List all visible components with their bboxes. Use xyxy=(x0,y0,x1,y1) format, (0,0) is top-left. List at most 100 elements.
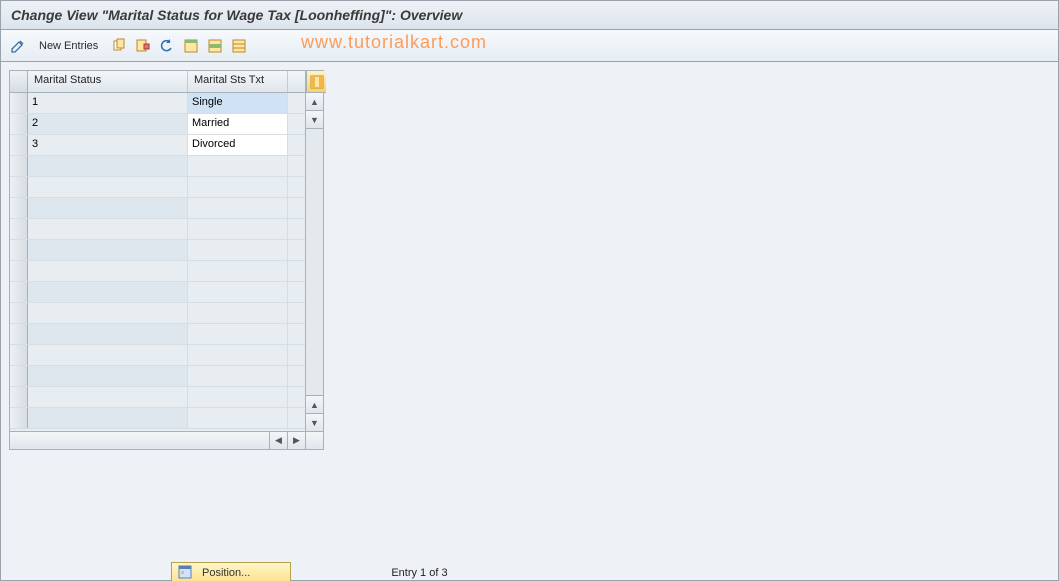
cell-marital-status[interactable] xyxy=(28,240,188,260)
cell-marital-sts-txt[interactable] xyxy=(188,324,288,344)
cell-marital-sts-txt[interactable]: Married xyxy=(188,114,288,134)
cell-marital-status[interactable] xyxy=(28,324,188,344)
table-row xyxy=(10,408,305,429)
watermark: www.tutorialkart.com xyxy=(301,32,487,53)
deselect-all-icon[interactable] xyxy=(230,37,248,55)
table-row xyxy=(10,219,305,240)
table-row xyxy=(10,156,305,177)
horizontal-scrollbar: ◀ ▶ xyxy=(10,431,305,449)
page-down-icon[interactable]: ▼ xyxy=(306,413,323,431)
cell-marital-sts-txt[interactable] xyxy=(188,408,288,428)
row-selector[interactable] xyxy=(10,324,28,344)
column-header-marital-sts-txt[interactable]: Marital Sts Txt xyxy=(188,71,288,92)
work-area: Marital Status Marital Sts Txt 1Single2M… xyxy=(1,62,1058,580)
configure-columns-icon[interactable] xyxy=(306,71,326,93)
row-selector[interactable] xyxy=(10,366,28,386)
select-block-icon[interactable] xyxy=(206,37,224,55)
grid-body: 1Single2Married3Divorced xyxy=(10,93,305,431)
cell-marital-sts-txt[interactable] xyxy=(188,282,288,302)
cell-marital-sts-txt[interactable] xyxy=(188,387,288,407)
cell-marital-status[interactable] xyxy=(28,345,188,365)
page-up-icon[interactable]: ▲ xyxy=(306,395,323,413)
grid-inner: Marital Status Marital Sts Txt 1Single2M… xyxy=(10,71,305,449)
cell-marital-status[interactable] xyxy=(28,282,188,302)
table-row xyxy=(10,345,305,366)
cell-marital-status[interactable] xyxy=(28,303,188,323)
cell-marital-sts-txt[interactable] xyxy=(188,198,288,218)
cell-marital-sts-txt[interactable]: Divorced xyxy=(188,135,288,155)
row-selector[interactable] xyxy=(10,93,28,113)
cell-marital-status[interactable]: 1 xyxy=(28,93,188,113)
toggle-edit-icon[interactable] xyxy=(9,37,27,55)
cell-marital-status[interactable] xyxy=(28,408,188,428)
row-selector[interactable] xyxy=(10,345,28,365)
cell-marital-sts-txt[interactable] xyxy=(188,156,288,176)
scroll-corner xyxy=(306,431,323,449)
cell-marital-sts-txt[interactable] xyxy=(188,219,288,239)
cell-marital-status[interactable] xyxy=(28,366,188,386)
table-row xyxy=(10,303,305,324)
cell-marital-status[interactable] xyxy=(28,198,188,218)
undo-icon[interactable] xyxy=(158,37,176,55)
hscroll-left-icon[interactable]: ◀ xyxy=(269,432,287,449)
table-row xyxy=(10,177,305,198)
cell-marital-status[interactable] xyxy=(28,177,188,197)
sap-app-window: Change View "Marital Status for Wage Tax… xyxy=(0,0,1059,581)
cell-marital-sts-txt[interactable] xyxy=(188,303,288,323)
row-selector[interactable] xyxy=(10,135,28,155)
scroll-up-icon[interactable]: ▲ xyxy=(306,93,323,111)
table-row: 1Single xyxy=(10,93,305,114)
hscroll-right-icon[interactable]: ▶ xyxy=(287,432,305,449)
cell-marital-sts-txt[interactable]: Single xyxy=(188,93,288,113)
vertical-scrollbar: ▲ ▼ ▲ ▼ xyxy=(305,71,323,449)
row-selector[interactable] xyxy=(10,156,28,176)
toolbar: New Entries www.tutorialkart.com xyxy=(1,30,1058,62)
position-button-label: Position... xyxy=(202,567,250,579)
cell-marital-sts-txt[interactable] xyxy=(188,261,288,281)
grid-header-row: Marital Status Marital Sts Txt xyxy=(10,71,305,93)
position-icon xyxy=(178,565,192,581)
copy-icon[interactable] xyxy=(110,37,128,55)
delete-icon[interactable] xyxy=(134,37,152,55)
new-entries-button[interactable]: New Entries xyxy=(33,38,104,54)
data-grid: Marital Status Marital Sts Txt 1Single2M… xyxy=(9,70,324,450)
row-selector[interactable] xyxy=(10,261,28,281)
row-selector[interactable] xyxy=(10,114,28,134)
footer-row: Position... Entry 1 of 3 xyxy=(1,562,1058,581)
page-title: Change View "Marital Status for Wage Tax… xyxy=(1,1,1058,30)
table-row: 3Divorced xyxy=(10,135,305,156)
cell-marital-status[interactable]: 2 xyxy=(28,114,188,134)
row-selector[interactable] xyxy=(10,408,28,428)
table-row xyxy=(10,366,305,387)
column-header-marital-status[interactable]: Marital Status xyxy=(28,71,188,92)
cell-marital-status[interactable]: 3 xyxy=(28,135,188,155)
position-button[interactable]: Position... xyxy=(171,562,291,581)
row-selector[interactable] xyxy=(10,282,28,302)
cell-marital-status[interactable] xyxy=(28,261,188,281)
cell-marital-status[interactable] xyxy=(28,219,188,239)
table-row xyxy=(10,240,305,261)
row-selector[interactable] xyxy=(10,219,28,239)
table-row xyxy=(10,261,305,282)
cell-marital-sts-txt[interactable] xyxy=(188,240,288,260)
cell-marital-sts-txt[interactable] xyxy=(188,366,288,386)
table-row: 2Married xyxy=(10,114,305,135)
scroll-down-icon[interactable]: ▼ xyxy=(306,111,323,129)
row-selector[interactable] xyxy=(10,198,28,218)
select-all-icon[interactable] xyxy=(182,37,200,55)
table-row xyxy=(10,324,305,345)
table-row xyxy=(10,198,305,219)
cell-marital-sts-txt[interactable] xyxy=(188,345,288,365)
row-selector[interactable] xyxy=(10,240,28,260)
row-selector[interactable] xyxy=(10,303,28,323)
row-selector[interactable] xyxy=(10,177,28,197)
row-selector[interactable] xyxy=(10,387,28,407)
select-all-rows-cell[interactable] xyxy=(10,71,28,92)
cell-marital-sts-txt[interactable] xyxy=(188,177,288,197)
cell-marital-status[interactable] xyxy=(28,156,188,176)
entry-count-text: Entry 1 of 3 xyxy=(391,567,447,579)
hscroll-track[interactable] xyxy=(10,432,269,449)
cell-marital-status[interactable] xyxy=(28,387,188,407)
table-row xyxy=(10,387,305,408)
table-row xyxy=(10,282,305,303)
